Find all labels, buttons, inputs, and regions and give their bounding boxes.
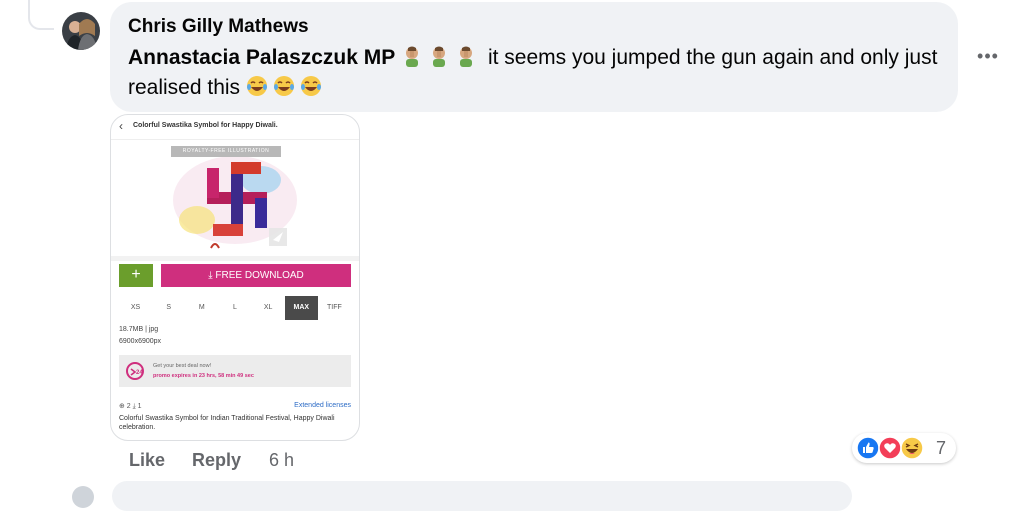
comment-timestamp[interactable]: 6 h bbox=[269, 450, 294, 471]
comment-text: Annastacia Palaszczuk MP it seems you ju… bbox=[128, 43, 954, 103]
size-option[interactable]: S bbox=[152, 296, 185, 320]
size-selector: XS S M L XL MAX TIFF bbox=[119, 296, 351, 320]
thread-connector-line bbox=[28, 0, 54, 30]
attachment-title: Colorful Swastika Symbol for Happy Diwal… bbox=[133, 122, 278, 129]
love-reaction-icon bbox=[878, 436, 902, 460]
promo-countdown: promo expires in 23 hrs, 58 min 49 sec bbox=[153, 373, 254, 379]
promo-headline: Get your best deal now! bbox=[153, 363, 212, 369]
attachment-header: ‹ Colorful Swastika Symbol for Happy Diw… bbox=[111, 115, 359, 140]
attachment-divider bbox=[111, 256, 359, 261]
image-description: Colorful Swastika Symbol for Indian Trad… bbox=[119, 415, 335, 431]
extended-licenses-link[interactable]: Extended licenses bbox=[294, 402, 351, 409]
mention-link[interactable]: Annastacia Palaszczuk MP bbox=[128, 46, 395, 69]
size-option-selected[interactable]: MAX bbox=[284, 296, 318, 320]
reaction-summary[interactable]: 7 bbox=[852, 433, 956, 463]
back-chevron-icon: ‹ bbox=[119, 119, 123, 133]
size-option[interactable]: TIFF bbox=[318, 296, 351, 320]
promo-banner[interactable]: 24 Get your best deal now! promo expires… bbox=[119, 355, 351, 387]
size-option[interactable]: XS bbox=[119, 296, 152, 320]
man-facepalming-icon bbox=[460, 46, 473, 67]
next-comment-bubble bbox=[112, 481, 852, 511]
haha-reaction-icon bbox=[900, 436, 924, 460]
svg-text:24: 24 bbox=[136, 370, 143, 376]
man-facepalming-icon bbox=[433, 46, 446, 67]
size-option[interactable]: L bbox=[218, 296, 251, 320]
size-option[interactable]: M bbox=[185, 296, 218, 320]
royalty-free-badge: ROYALTY-FREE ILLUSTRATION bbox=[171, 146, 281, 157]
file-size-format: 18.7MB | jpg bbox=[119, 326, 159, 333]
like-reaction-icon bbox=[856, 436, 880, 460]
reply-button[interactable]: Reply bbox=[192, 450, 241, 471]
tears-of-joy-icon bbox=[300, 76, 321, 96]
file-dimensions: 6900x6900px bbox=[119, 338, 162, 345]
man-facepalming-icon bbox=[406, 46, 419, 67]
swastika-illustration: ROYALTY-FREE ILLUSTRATION bbox=[111, 140, 359, 256]
file-info: 18.7MB | jpg 6900x6900px bbox=[119, 324, 161, 348]
comment-bubble: Chris Gilly Mathews Annastacia Palaszczu… bbox=[110, 2, 958, 112]
tears-of-joy-icon bbox=[246, 76, 267, 96]
swastika-artwork bbox=[173, 156, 297, 249]
next-comment-avatar[interactable] bbox=[72, 486, 94, 508]
tears-of-joy-icon bbox=[273, 76, 294, 96]
attached-screenshot[interactable]: ‹ Colorful Swastika Symbol for Happy Diw… bbox=[110, 114, 360, 441]
size-option[interactable]: XL bbox=[252, 296, 285, 320]
clock-24-icon: 24 bbox=[126, 362, 144, 380]
reaction-count: 7 bbox=[936, 438, 947, 458]
comment-author-name[interactable]: Chris Gilly Mathews bbox=[128, 16, 309, 38]
more-options-icon[interactable]: ••• bbox=[975, 44, 1001, 70]
author-avatar[interactable] bbox=[62, 12, 100, 50]
add-to-lightbox-button[interactable]: + bbox=[119, 264, 153, 287]
like-button[interactable]: Like bbox=[129, 450, 165, 471]
free-download-button[interactable]: ⤓ FREE DOWNLOAD bbox=[161, 264, 351, 287]
image-stats: ⊕ 2 ⤓ 1 bbox=[119, 403, 142, 410]
